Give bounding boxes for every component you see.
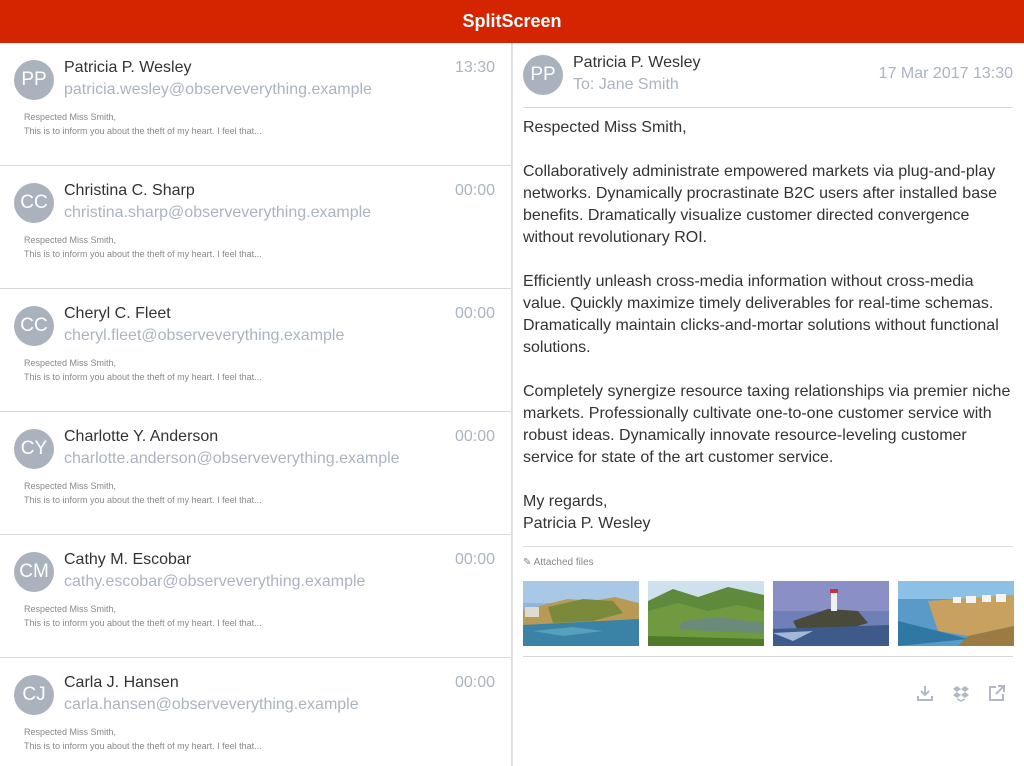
attachment-thumbnail[interactable]: [773, 581, 889, 646]
attachment-thumbnail[interactable]: [523, 581, 639, 646]
message-time: 13:30: [454, 59, 495, 76]
avatar: CC: [14, 306, 54, 346]
divider: [523, 107, 1013, 108]
avatar: CJ: [14, 675, 54, 715]
message-snippet: This is to inform you about the theft of…: [24, 126, 262, 136]
cliff-village-photo: [898, 581, 1014, 646]
attachment-thumbnail[interactable]: [898, 581, 1014, 646]
message-snippet: This is to inform you about the theft of…: [24, 372, 262, 382]
body-paragraph: Completely synergize resource taxing rel…: [523, 383, 1011, 466]
sender-email: cheryl.fleet@observeverything.example: [64, 327, 345, 344]
body-paragraph: Efficiently unleash cross-media informat…: [523, 273, 999, 356]
list-item[interactable]: CJ Carla J. Hansen carla.hansen@observev…: [0, 658, 511, 766]
sender-name: Patricia P. Wesley: [64, 59, 192, 76]
message-time: 00:00: [454, 551, 495, 568]
detail-recipient: To: Jane Smith: [573, 76, 679, 93]
avatar: CC: [14, 183, 54, 223]
avatar: CM: [14, 552, 54, 592]
message-greeting: Respected Miss Smith,: [24, 727, 117, 737]
message-snippet: This is to inform you about the theft of…: [24, 249, 262, 259]
external-link-icon[interactable]: [988, 684, 1006, 702]
list-item[interactable]: CC Christina C. Sharp christina.sharp@ob…: [0, 166, 511, 289]
message-detail: PP Patricia P. Wesley To: Jane Smith 17 …: [512, 43, 1024, 766]
sender-email: christina.sharp@observeverything.example: [64, 204, 372, 221]
message-body: Respected Miss Smith, Collaboratively ad…: [523, 117, 1015, 535]
lighthouse-cliff-photo: [773, 581, 889, 646]
sender-email: carla.hansen@observeverything.example: [64, 696, 359, 713]
sender-name: Christina C. Sharp: [64, 182, 195, 199]
body-signature: Patricia P. Wesley: [523, 515, 651, 532]
coastal-bay-photo: [523, 581, 639, 646]
avatar: CY: [14, 429, 54, 469]
sender-name: Charlotte Y. Anderson: [64, 428, 219, 445]
dropbox-icon[interactable]: [952, 684, 970, 702]
message-snippet: This is to inform you about the theft of…: [24, 741, 262, 751]
message-snippet: This is to inform you about the theft of…: [24, 618, 262, 628]
avatar: PP: [14, 60, 54, 100]
body-paragraph: Collaboratively administrate empowered m…: [523, 163, 997, 246]
sender-name: Cheryl C. Fleet: [64, 305, 171, 322]
message-greeting: Respected Miss Smith,: [24, 358, 117, 368]
download-icon[interactable]: [916, 684, 934, 702]
message-snippet: This is to inform you about the theft of…: [24, 495, 262, 505]
message-time: 00:00: [454, 182, 495, 199]
avatar: PP: [523, 55, 563, 95]
message-time: 00:00: [454, 428, 495, 445]
sender-name: Cathy M. Escobar: [64, 551, 192, 568]
list-item[interactable]: PP Patricia P. Wesley patricia.wesley@ob…: [0, 43, 511, 166]
message-greeting: Respected Miss Smith,: [24, 112, 117, 122]
attachment-thumbnail[interactable]: [648, 581, 764, 646]
detail-sender-name: Patricia P. Wesley: [573, 54, 701, 71]
message-list: PP Patricia P. Wesley patricia.wesley@ob…: [0, 43, 512, 766]
sender-email: patricia.wesley@observeverything.example: [64, 81, 372, 98]
river-valley-photo: [648, 581, 764, 646]
detail-date: 17 Mar 2017 13:30: [878, 65, 1013, 82]
sender-email: charlotte.anderson@observeverything.exam…: [64, 450, 400, 467]
message-time: 00:00: [454, 305, 495, 322]
list-item[interactable]: CM Cathy M. Escobar cathy.escobar@observ…: [0, 535, 511, 658]
list-item[interactable]: CC Cheryl C. Fleet cheryl.fleet@observev…: [0, 289, 511, 412]
attachments-label: ✎ Attached files: [523, 557, 594, 568]
sender-email: cathy.escobar@observeverything.example: [64, 573, 366, 590]
message-time: 00:00: [454, 674, 495, 691]
divider: [523, 656, 1013, 657]
body-greeting: Respected Miss Smith,: [523, 119, 687, 136]
app-header: SplitScreen: [0, 0, 1024, 43]
message-greeting: Respected Miss Smith,: [24, 604, 117, 614]
body-closing: My regards,: [523, 493, 608, 510]
list-item[interactable]: CY Charlotte Y. Anderson charlotte.ander…: [0, 412, 511, 535]
message-greeting: Respected Miss Smith,: [24, 481, 117, 491]
message-greeting: Respected Miss Smith,: [24, 235, 117, 245]
app-title: SplitScreen: [462, 11, 562, 31]
divider: [523, 546, 1013, 547]
sender-name: Carla J. Hansen: [64, 674, 179, 691]
